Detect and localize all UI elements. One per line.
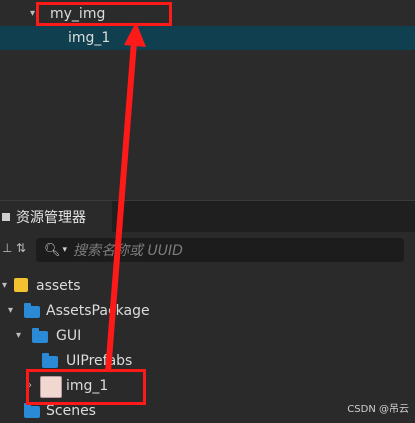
- annotation-arrow-line: [105, 41, 137, 373]
- annotation-arrow: [105, 22, 146, 373]
- annotation-arrow-head: [124, 22, 146, 47]
- watermark: CSDN @吊云: [347, 404, 409, 415]
